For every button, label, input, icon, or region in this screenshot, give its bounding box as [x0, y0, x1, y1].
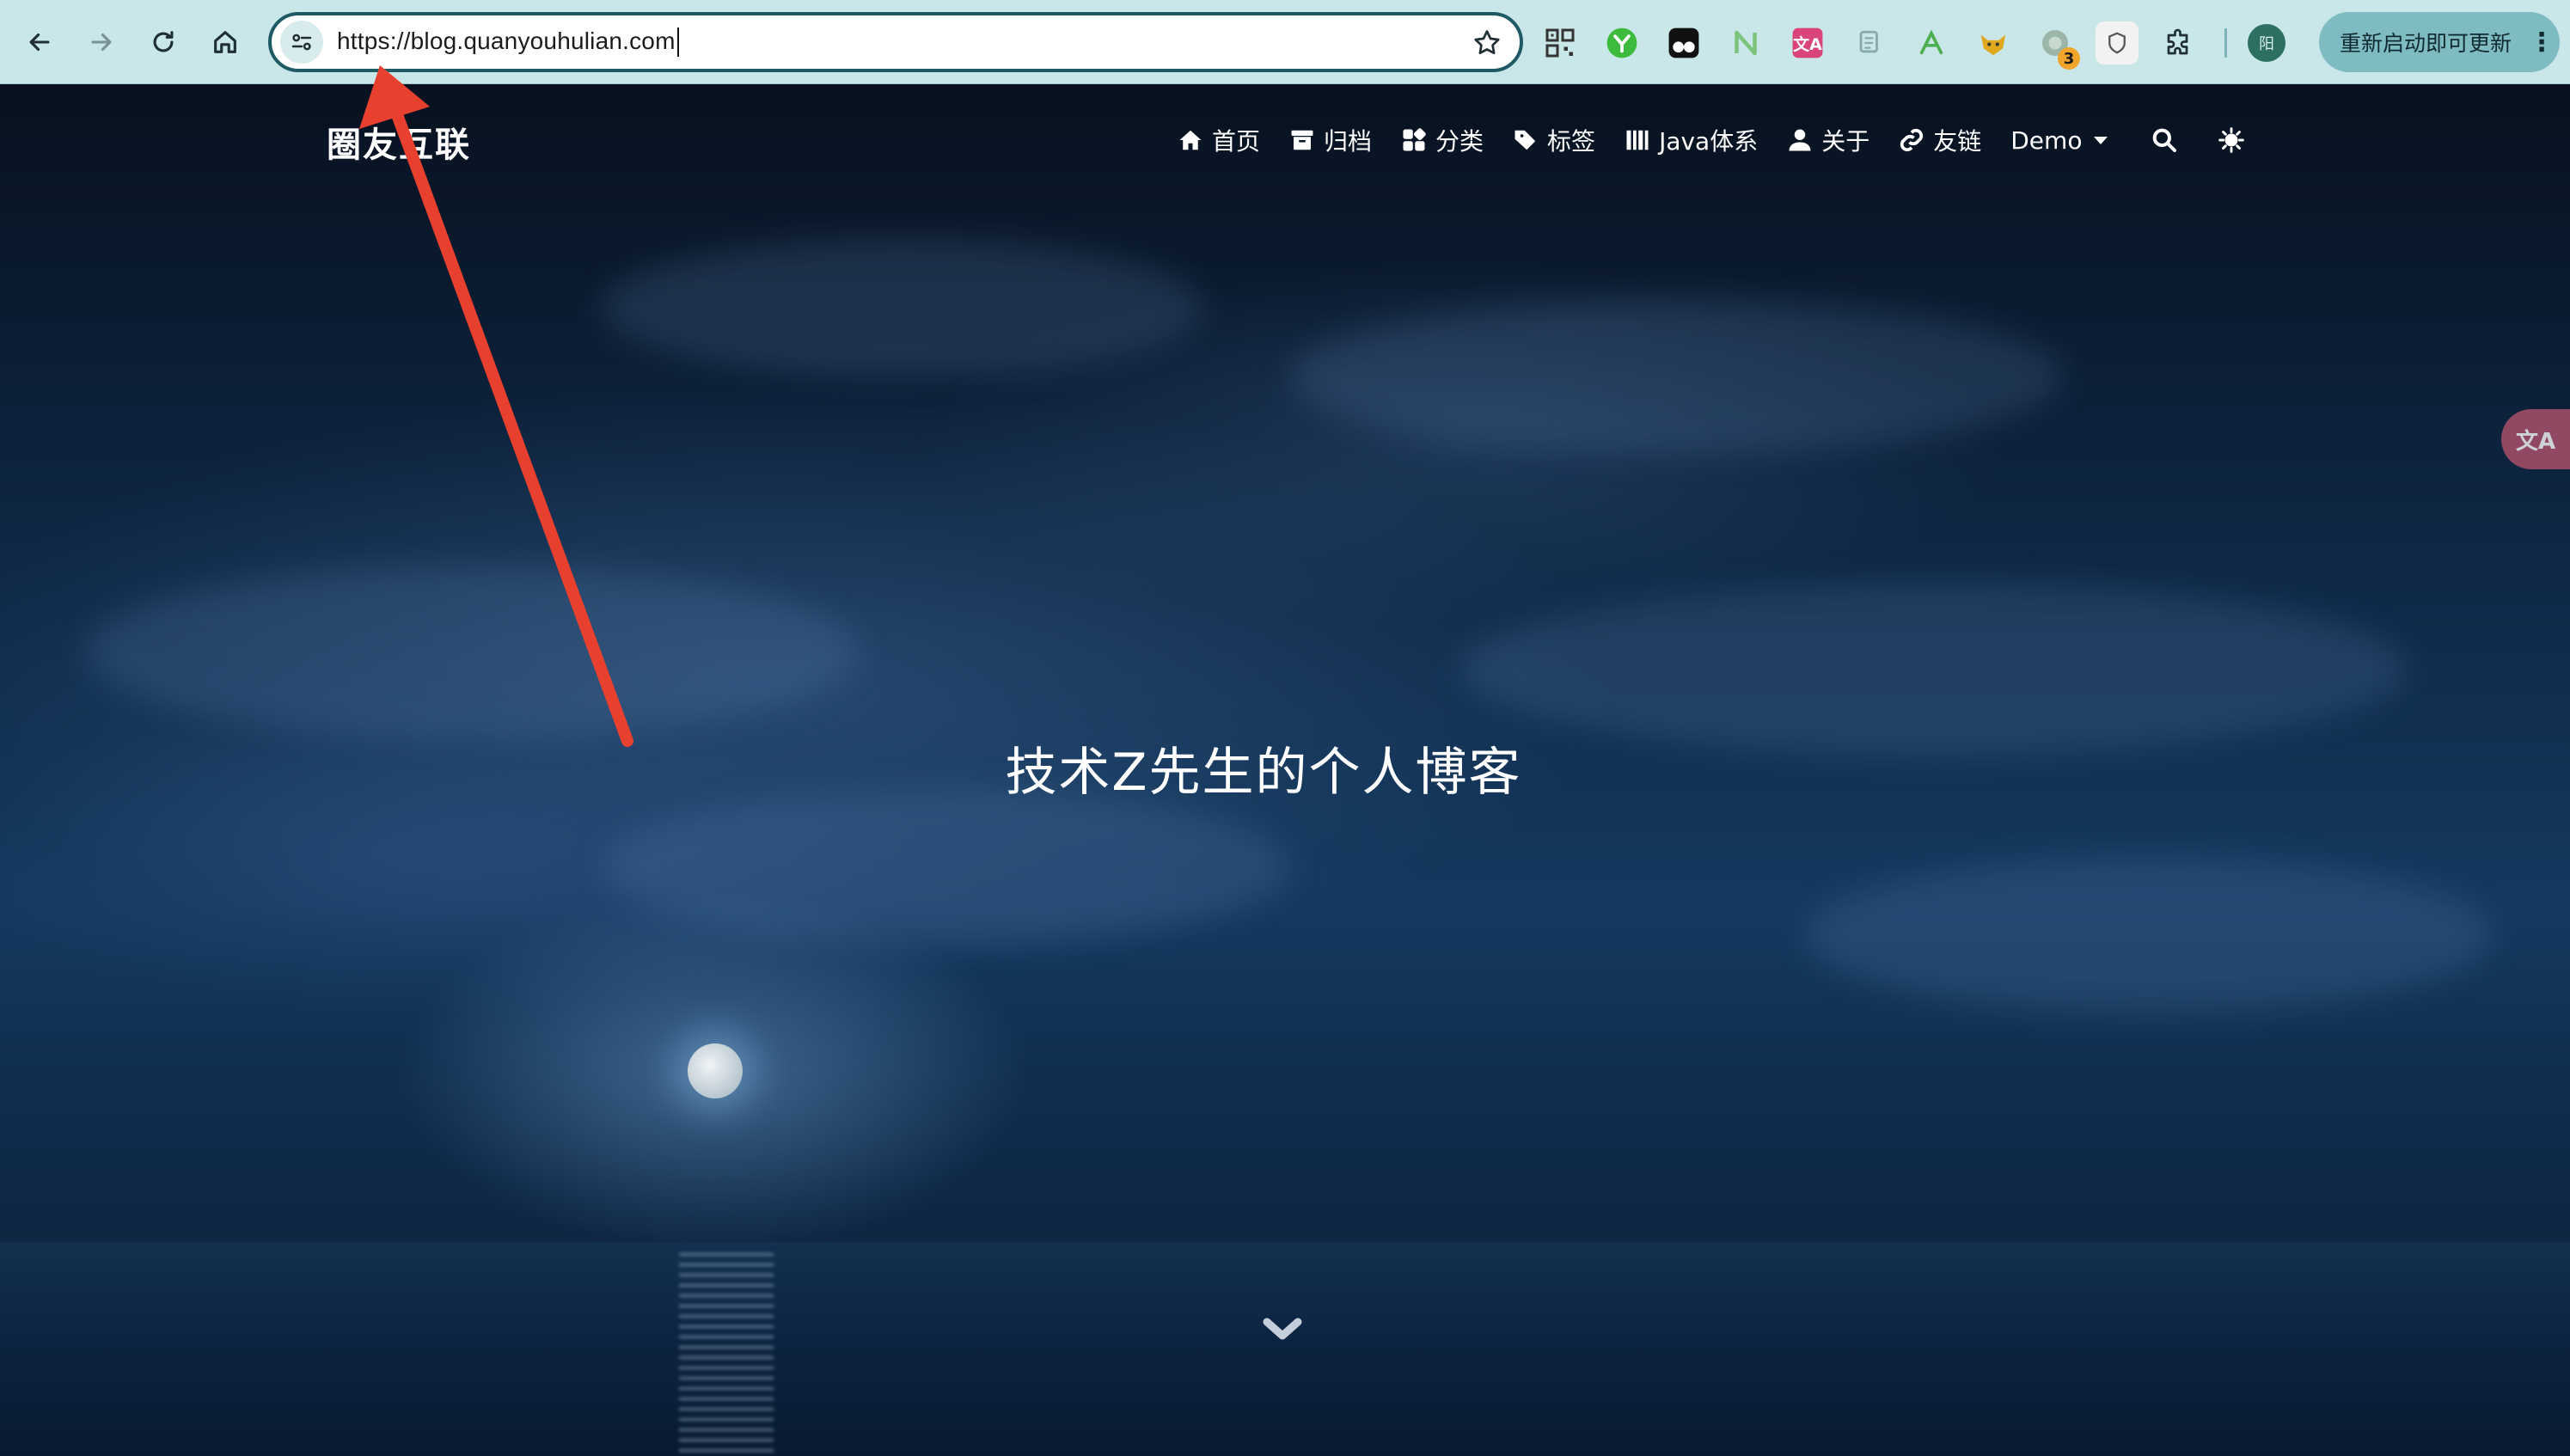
browser-toolbar: https://blog.quanyouhulian.com 文A 3 阳 重新…: [0, 0, 2570, 84]
archive-icon: [1291, 130, 1313, 150]
search-button[interactable]: [2151, 126, 2178, 154]
moon-image: [688, 1043, 743, 1098]
more-vert-icon[interactable]: ⋮: [2529, 28, 2555, 58]
home-icon: [1179, 130, 1202, 150]
sun-icon: [2218, 127, 2245, 153]
menu-archive[interactable]: 归档: [1289, 123, 1372, 157]
menu-home-label: 首页: [1212, 127, 1261, 156]
translate-extension-icon[interactable]: 文A: [1786, 21, 1829, 64]
extensions-puzzle-icon[interactable]: [2157, 21, 2200, 64]
grid-icon: [1403, 128, 1426, 151]
menu-about-label: 关于: [1821, 127, 1870, 156]
back-button[interactable]: [14, 16, 65, 68]
text-cursor: [676, 28, 679, 58]
sea-image: [0, 1243, 2570, 1456]
menu-tags-label: 标签: [1547, 127, 1596, 156]
search-icon: [2153, 128, 2177, 152]
theme-toggle-button[interactable]: [2218, 126, 2245, 154]
cloud-decoration: [86, 566, 860, 737]
blog-page: 圈友互联 首页 归档 分类 标签 Java体系 关于 友链 Demo 技术Z先生…: [0, 84, 2570, 1456]
copy-extension-icon[interactable]: [1848, 21, 1891, 64]
cloud-decoration: [602, 239, 1203, 376]
qr-code-extension-icon[interactable]: [1539, 21, 1582, 64]
green-n-extension-icon[interactable]: [1724, 21, 1767, 64]
moon-reflection: [679, 1253, 774, 1456]
menu-links-label: 友链: [1933, 127, 1982, 156]
cloud-decoration: [1289, 299, 2063, 454]
scroll-down-chevron-icon[interactable]: [1262, 1313, 1303, 1348]
update-label: 重新启动即可更新: [2340, 31, 2512, 56]
site-menu: 首页 归档 分类 标签 Java体系 关于 友链 Demo: [1178, 120, 2285, 160]
extension-badge: 3: [2058, 47, 2080, 70]
books-icon: [1626, 130, 1649, 150]
chevron-down-icon: [2094, 136, 2108, 144]
translate-floating-button[interactable]: 文A: [2501, 409, 2570, 469]
menu-categories-label: 分类: [1435, 127, 1484, 156]
hero-title: 技术Z先生的个人博客: [1005, 743, 1522, 803]
menu-archive-label: 归档: [1324, 127, 1373, 156]
menu-demo-dropdown[interactable]: Demo: [2010, 126, 2108, 155]
home-icon: [214, 30, 236, 53]
arrow-left-icon: [29, 33, 50, 51]
cloud-decoration: [1461, 583, 2407, 755]
link-icon: [1900, 128, 1924, 152]
profile-avatar[interactable]: 阳: [2248, 24, 2285, 62]
reload-button[interactable]: [138, 16, 189, 68]
reload-icon: [153, 30, 174, 52]
home-button[interactable]: [199, 16, 251, 68]
menu-about[interactable]: 关于: [1787, 123, 1869, 157]
site-info-button[interactable]: [280, 21, 323, 64]
site-navbar: 圈友互联 首页 归档 分类 标签 Java体系 关于 友链 Demo: [0, 84, 2570, 196]
menu-links[interactable]: 友链: [1899, 123, 1981, 157]
svg-text:文A: 文A: [1793, 34, 1822, 54]
menu-home[interactable]: 首页: [1178, 123, 1260, 157]
tune-icon: [291, 34, 312, 51]
fox-extension-icon[interactable]: [1972, 21, 2015, 64]
menu-tags[interactable]: 标签: [1513, 123, 1595, 157]
shield-extension-icon[interactable]: [2096, 21, 2139, 64]
user-icon: [1789, 129, 1811, 151]
site-brand[interactable]: 圈友互联: [327, 117, 471, 167]
menu-java[interactable]: Java体系: [1625, 123, 1758, 157]
arrow-right-icon: [91, 33, 112, 51]
tags-icon: [1514, 130, 1536, 150]
menu-java-label: Java体系: [1659, 127, 1759, 156]
forward-button[interactable]: [76, 16, 127, 68]
cloud-decoration: [1805, 858, 2493, 1012]
green-a-extension-icon[interactable]: [1910, 21, 1953, 64]
green-y-extension-icon[interactable]: [1600, 21, 1643, 64]
restart-update-button[interactable]: 重新启动即可更新 ⋮: [2319, 12, 2560, 72]
toolbar-separator: [2224, 28, 2227, 58]
menu-categories[interactable]: 分类: [1401, 123, 1484, 157]
bookmark-star-icon[interactable]: [1472, 28, 1502, 58]
badge-extension-icon[interactable]: 3: [2034, 21, 2080, 70]
cloud-decoration: [602, 789, 1289, 944]
tampermonkey-extension-icon[interactable]: [1662, 21, 1705, 64]
address-bar[interactable]: https://blog.quanyouhulian.com: [268, 12, 1523, 72]
translate-fab-label: 文A: [2515, 428, 2556, 455]
extensions-row: 文A 3 阳: [1539, 19, 2306, 70]
menu-demo-label: Demo: [2010, 125, 2083, 155]
url-text[interactable]: https://blog.quanyouhulian.com: [337, 28, 679, 58]
